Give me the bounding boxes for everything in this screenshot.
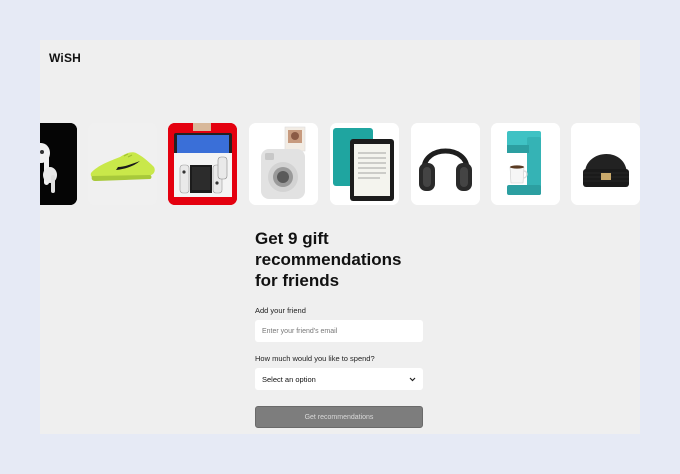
instax-camera-icon [249, 123, 318, 205]
product-card-running-shoe[interactable] [88, 123, 157, 205]
budget-select-value: Select an option [262, 374, 316, 384]
friend-label: Add your friend [255, 306, 306, 315]
get-recommendations-button[interactable]: Get recommendations [255, 406, 423, 428]
coffee-maker-icon [491, 123, 560, 205]
product-card-instant-camera[interactable] [249, 123, 318, 205]
product-card-e-reader[interactable] [330, 123, 399, 205]
budget-label: How much would you like to spend? [255, 354, 375, 363]
friend-email-input[interactable]: Enter your friend's email [255, 320, 423, 342]
nintendo-switch-icon [168, 123, 237, 205]
headphones-icon [411, 123, 480, 205]
product-card-beanie[interactable] [571, 123, 640, 205]
sneaker-icon [88, 123, 157, 205]
app-panel: WiSH Get 9 gift recommendations for frie… [40, 40, 640, 434]
budget-select[interactable]: Select an option [255, 368, 423, 390]
page-title: Get 9 gift recommendations for friends [255, 229, 402, 290]
airpods-icon [40, 123, 77, 205]
product-card-headphones[interactable] [411, 123, 480, 205]
beanie-icon [571, 123, 640, 205]
product-card-coffee-maker[interactable] [491, 123, 560, 205]
chevron-down-icon [409, 377, 416, 381]
gift-form: Get 9 gift recommendations for friends A… [255, 228, 425, 428]
product-card-airpods[interactable] [40, 123, 77, 205]
product-card-game-console[interactable] [168, 123, 237, 205]
kindle-icon [330, 123, 399, 205]
